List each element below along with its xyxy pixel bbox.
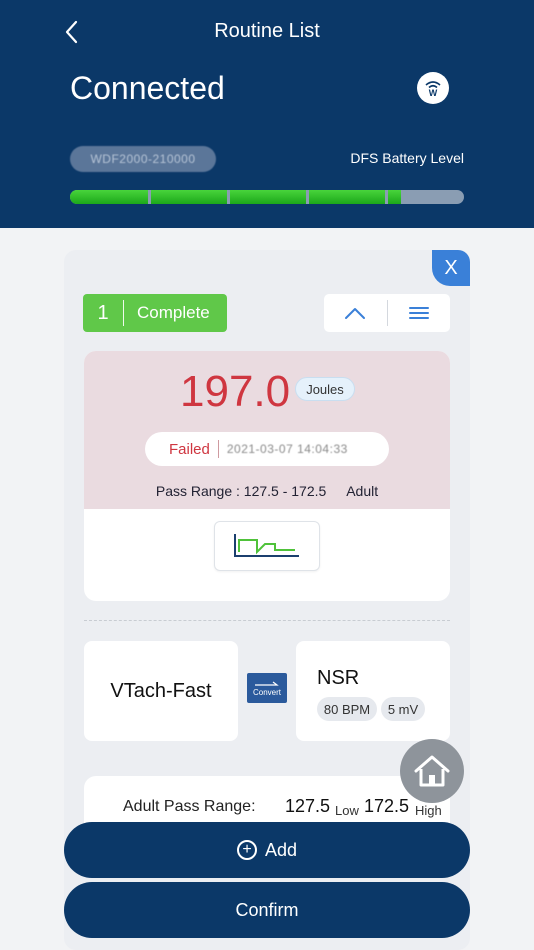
confirm-button[interactable]: Confirm bbox=[64, 882, 470, 938]
waveform-button[interactable] bbox=[214, 521, 320, 571]
hamburger-menu-icon bbox=[408, 307, 429, 319]
confirm-label: Confirm bbox=[235, 899, 299, 920]
complete-label: Complete bbox=[137, 303, 210, 322]
battery-segment bbox=[151, 190, 227, 204]
pass-range-high-value: 172.5 bbox=[364, 796, 410, 816]
battery-segment bbox=[70, 190, 148, 204]
result-status-pill: Failed 2021-03-07 14:04:33 bbox=[145, 432, 389, 466]
convert-icon: Convert bbox=[247, 673, 287, 703]
battery-segment bbox=[309, 190, 385, 204]
close-routine-button[interactable]: X bbox=[432, 250, 470, 286]
converted-rhythm-card: NSR bbox=[296, 641, 450, 741]
chevron-up-icon bbox=[345, 308, 366, 319]
top-header: Routine List Connected W WDF2000-210000 … bbox=[0, 0, 534, 228]
battery-segment bbox=[388, 190, 401, 204]
pass-range-line: Pass Range : 127.5 - 172.5 Adult bbox=[84, 483, 450, 499]
add-circle-icon: + bbox=[236, 840, 257, 860]
battery-segment bbox=[230, 190, 306, 204]
result-status: Failed bbox=[169, 440, 210, 458]
routine-index: 1 bbox=[97, 301, 109, 324]
card-controls bbox=[324, 294, 450, 332]
result-timestamp: 2021-03-07 14:04:33 bbox=[226, 442, 348, 456]
divider bbox=[217, 440, 219, 458]
section-divider bbox=[84, 620, 450, 621]
amplitude-chip: 5 mV bbox=[381, 697, 425, 721]
result-summary: 197.0 Joules Failed 2021-03-07 14:04:33 … bbox=[84, 351, 450, 509]
complete-badge: 1 Complete bbox=[83, 294, 227, 332]
energy-value: 197.0 bbox=[180, 367, 291, 416]
pass-range-text: Pass Range : 127.5 - 172.5 bbox=[155, 483, 327, 499]
converted-rhythm-label: NSR bbox=[317, 667, 360, 689]
battery-level-bar bbox=[70, 190, 464, 204]
result-panel: 197.0 Joules Failed 2021-03-07 14:04:33 … bbox=[84, 351, 450, 601]
heart-rate-chip: 80 BPM bbox=[317, 697, 377, 721]
patient-type: Adult bbox=[346, 483, 379, 499]
menu-button[interactable] bbox=[388, 294, 451, 332]
add-label: Add bbox=[264, 839, 298, 860]
device-serial: WDF2000-210000 bbox=[70, 146, 216, 172]
page-title: Routine List bbox=[214, 20, 320, 42]
pass-range-low-value: 127.5 bbox=[285, 796, 331, 816]
divider bbox=[123, 300, 124, 326]
battery-label: DFS Battery Level bbox=[350, 150, 464, 166]
wifi-device-icon[interactable]: W bbox=[417, 72, 449, 104]
energy-unit-badge: Joules bbox=[295, 377, 355, 401]
pass-range-label: Adult Pass Range: bbox=[123, 798, 256, 815]
collapse-button[interactable] bbox=[324, 294, 387, 332]
convert-label: Convert bbox=[252, 687, 281, 697]
connection-status: Connected bbox=[70, 70, 225, 106]
pass-range-high-label: High bbox=[415, 803, 442, 818]
home-icon bbox=[414, 755, 450, 787]
home-button[interactable] bbox=[400, 739, 464, 803]
waveform-icon bbox=[234, 534, 299, 557]
pass-range-low-label: Low bbox=[335, 803, 359, 818]
add-button[interactable]: + Add bbox=[64, 822, 470, 878]
initial-rhythm-label: VTach-Fast bbox=[110, 679, 212, 702]
svg-text:W: W bbox=[429, 88, 438, 98]
initial-rhythm-card: VTach-Fast bbox=[84, 641, 238, 741]
